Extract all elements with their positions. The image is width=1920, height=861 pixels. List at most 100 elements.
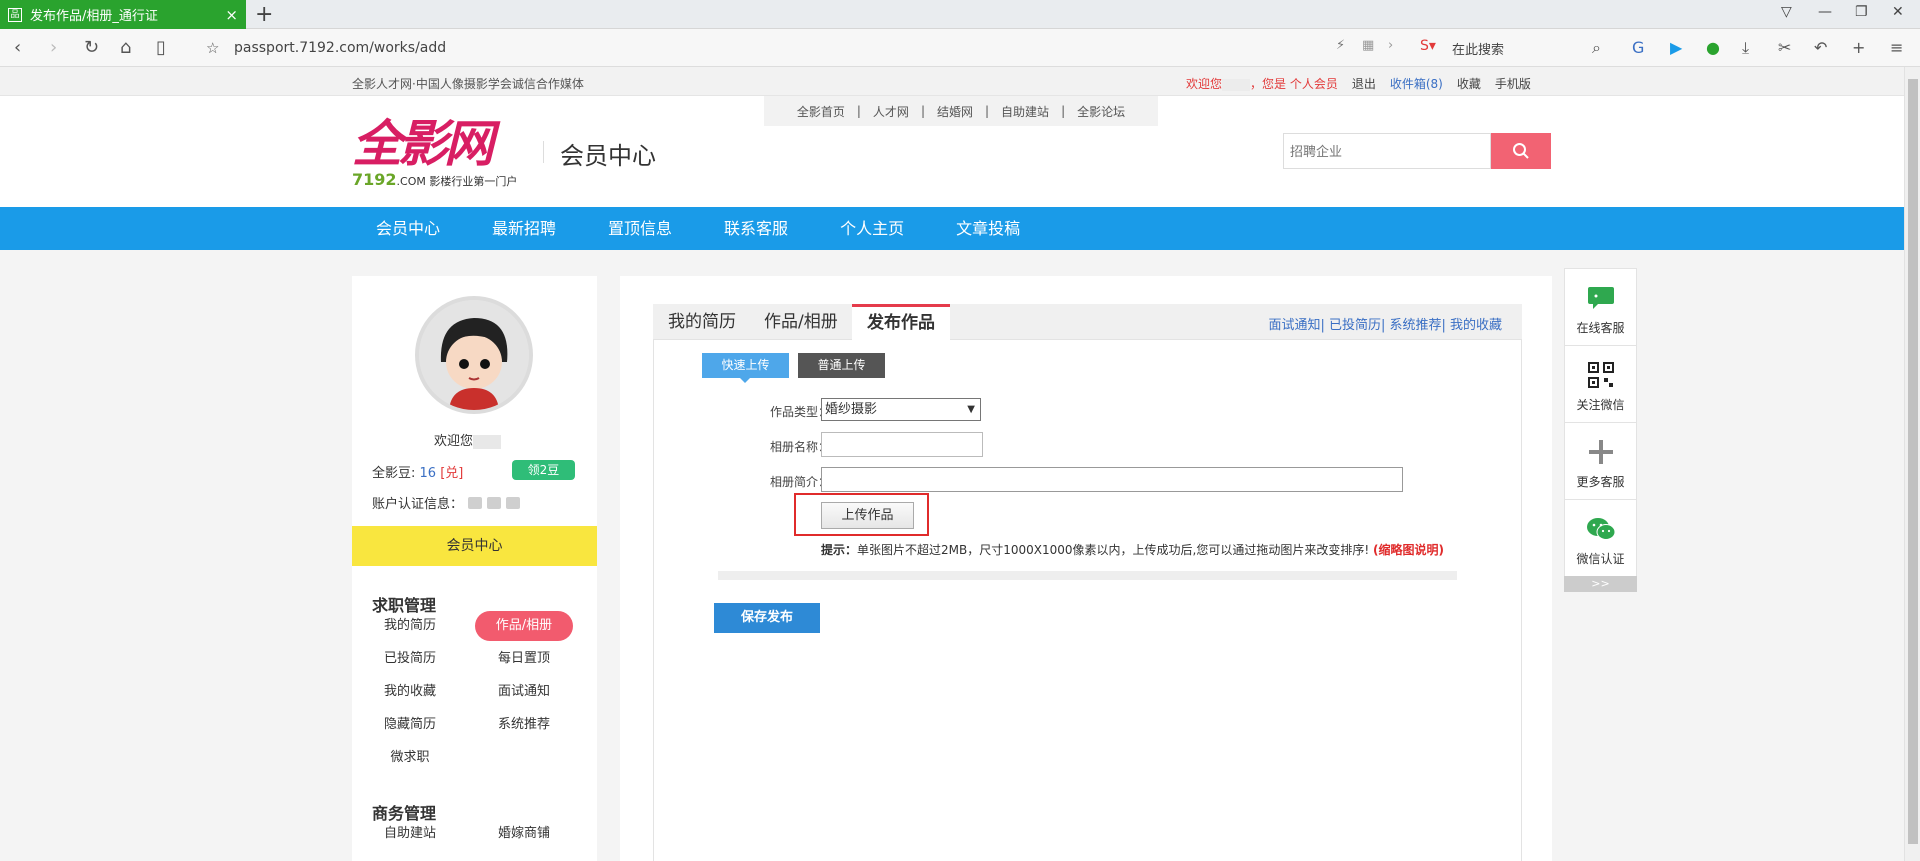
wechat-icon [1586,514,1616,544]
back-icon[interactable]: ‹ [14,37,21,58]
redeem-link[interactable]: [兑] [440,466,463,481]
browser-tab-bar: 品 发布作品/相册_通行证 × + ▽ — ❐ ✕ [0,0,1920,29]
work-type-select[interactable]: 婚纱摄影 ▼ [821,398,981,421]
sidebar-item-sent-resume[interactable]: 已投简历 [361,644,459,674]
online-service-button[interactable]: 在线客服 [1564,268,1637,346]
sidebar-item-site-builder[interactable]: 自助建站 [361,819,459,849]
top-link-site-builder[interactable]: 自助建站 [1001,103,1049,120]
browser-tab[interactable]: 品 发布作品/相册_通行证 × [0,0,246,29]
sidebar-item-my-favorites[interactable]: 我的收藏 [361,677,459,707]
top-link-talent[interactable]: 人才网 [873,103,909,120]
home-icon[interactable]: ⌂ [120,37,131,58]
translate-icon[interactable]: G [1632,38,1644,57]
scrollbar-thumb[interactable] [1908,79,1918,844]
scissors-icon[interactable]: ✂ [1778,38,1791,57]
upload-works-button[interactable]: 上传作品 [821,502,914,529]
favorites-link[interactable]: 收藏 [1457,75,1481,92]
nav-article-submit[interactable]: 文章投稿 [930,207,1046,250]
header-search [1283,133,1491,169]
dropdown-arrow-icon: ▼ [967,404,975,415]
album-name-input[interactable] [821,432,983,457]
forward-icon[interactable]: › [50,37,57,58]
normal-upload-tab[interactable]: 普通上传 [798,353,885,378]
tab-my-resume[interactable]: 我的简历 [653,304,751,340]
sidebar-item-daily-top[interactable]: 每日置顶 [475,644,573,674]
save-publish-button[interactable]: 保存发布 [714,603,820,633]
album-name-label: 相册名称： [769,440,830,454]
logout-link[interactable]: 退出 [1352,75,1376,92]
site-top-strip: 全影人才网·中国人像摄影学会诚信合作媒体 欢迎您 ，您是 个人会员 退出 收件箱(… [0,67,1904,96]
sidebar-item-micro-job[interactable]: 微求职 [361,743,459,773]
refresh-icon[interactable]: ↻ [84,37,99,58]
plus-icon [1586,437,1616,467]
sidebar-item-wedding-shop[interactable]: 婚嫁商铺 [475,819,573,849]
album-intro-textarea[interactable] [821,467,1403,492]
header-search-button[interactable] [1491,133,1551,169]
download-icon[interactable]: ⤓ [1742,38,1749,58]
search-icon[interactable]: ⌕ [1592,38,1601,58]
restore-icon[interactable]: ❐ [1855,4,1868,20]
mobile-link[interactable]: 手机版 [1495,75,1531,92]
play-icon[interactable]: ▶ [1670,38,1682,57]
top-link-wedding[interactable]: 结婚网 [937,103,973,120]
site-logo[interactable]: 全影网 7192.COM 影楼行业第一门户 [352,118,532,190]
tab-works-album[interactable]: 作品/相册 [749,304,853,340]
sidebar-item-works-album[interactable]: 作品/相册 [475,611,573,641]
nav-contact-service[interactable]: 联系客服 [698,207,814,250]
tab-title: 发布作品/相册_通行证 [30,9,158,24]
welcome-text: 欢迎您 ，您是 个人会员 [1186,77,1338,91]
tab-publish-works[interactable]: 发布作品 [852,304,950,341]
wechat-verify-button[interactable]: 微信认证 [1564,499,1637,577]
top-link-forum[interactable]: 全影论坛 [1077,103,1125,120]
email-auth-icon[interactable] [487,496,502,509]
nav-member-center[interactable]: 会员中心 [350,207,466,250]
sidebar-item-my-resume[interactable]: 我的简历 [361,611,459,641]
phone-auth-icon[interactable] [468,496,483,509]
reader-icon[interactable]: ▯ [156,37,166,58]
site-header: 全影首页 | 人才网 | 结婚网 | 自助建站 | 全影论坛 全影网 7192.COM … [0,96,1904,207]
add-icon[interactable]: + [1852,38,1865,57]
chevron-right-icon[interactable]: › [1388,38,1393,53]
more-service-button[interactable]: 更多客服 [1564,422,1637,500]
sidebar-item-system-recommend[interactable]: 系统推荐 [475,710,573,740]
sidebar-item-interview-notice[interactable]: 面试通知 [475,677,573,707]
wechat-icon[interactable]: ● [1706,38,1720,57]
menu-icon[interactable]: ≡ [1890,38,1903,57]
wechat-auth-icon[interactable] [506,496,521,509]
content-tabs: 我的简历 作品/相册 发布作品 面试通知| 已投简历| 系统推荐| 我的收藏 [653,304,1522,341]
sidebar-item-hidden-resume[interactable]: 隐藏简历 [361,710,459,740]
bookmark-star-icon[interactable]: ☆ [206,39,219,57]
site-slogan: 全影人才网·中国人像摄影学会诚信合作媒体 [352,77,584,91]
thumbnail-help-link[interactable]: (缩略图说明) [1373,543,1444,557]
qr-icon[interactable]: ▦ [1362,38,1374,53]
new-tab-icon[interactable]: + [255,2,273,27]
top-link-home[interactable]: 全影首页 [797,103,845,120]
close-window-icon[interactable]: ✕ [1892,4,1904,20]
album-intro-label: 相册简介： [769,475,830,489]
nav-personal-home[interactable]: 个人主页 [814,207,930,250]
fast-upload-tab[interactable]: 快速上传 [702,353,789,383]
skin-icon[interactable]: ▽ [1781,4,1792,20]
nav-latest-jobs[interactable]: 最新招聘 [466,207,582,250]
sidebar-welcome: 欢迎您 [434,430,502,449]
search-engine-icon[interactable]: S▾ [1420,38,1436,54]
tab-quick-links[interactable]: 面试通知| 已投简历| 系统推荐| 我的收藏 [1268,314,1502,333]
qr-code-icon [1586,360,1616,390]
page-scrollbar[interactable] [1904,67,1920,861]
avatar[interactable] [415,296,533,414]
minimize-icon[interactable]: — [1818,4,1832,20]
sidebar-member-center[interactable]: 会员中心 [352,526,597,566]
tab-close-icon[interactable]: × [225,6,238,24]
inbox-link[interactable]: 收件箱(8) [1390,75,1443,92]
upload-progress-bar [718,571,1457,580]
nav-top-info[interactable]: 置顶信息 [582,207,698,250]
expand-float-button[interactable]: >> [1564,576,1637,592]
undo-icon[interactable]: ↶ [1814,38,1827,57]
url-field[interactable]: passport.7192.com/works/add [234,40,446,56]
follow-wechat-button[interactable]: 关注微信 [1564,345,1637,423]
get-beans-button[interactable]: 领2豆 [512,460,575,480]
browser-search-input[interactable]: 在此搜索 [1452,39,1642,61]
top-links: 全影首页 | 人才网 | 结婚网 | 自助建站 | 全影论坛 [764,96,1158,126]
header-search-input[interactable] [1284,134,1484,168]
flash-icon[interactable]: ⚡ [1336,38,1345,53]
